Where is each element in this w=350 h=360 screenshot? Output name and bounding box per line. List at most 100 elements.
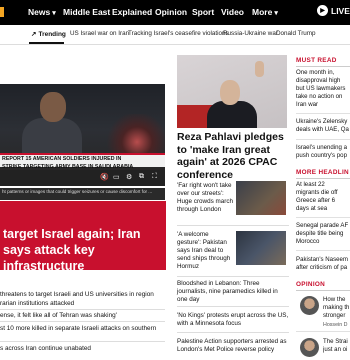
nav-sport[interactable]: Sport xyxy=(192,7,214,17)
mute-icon[interactable]: 🔇 xyxy=(100,173,109,181)
more-headlines-line[interactable]: migrants die off xyxy=(296,189,350,197)
trending-underline xyxy=(29,42,64,44)
opinion-heading: OPINION xyxy=(296,281,326,288)
hero-video[interactable]: REPORT 15 AMERICAN SOLDIERS INJURED IN S… xyxy=(0,84,165,186)
video-person-head xyxy=(40,92,66,122)
more-headlines-line[interactable]: Morocco xyxy=(296,238,350,246)
mid-story-link[interactable]: Palestine Action supporters arrested as … xyxy=(177,338,289,354)
more-headlines-line[interactable]: Pakistan's Naseem xyxy=(296,256,350,264)
opinion-line[interactable]: The Strai xyxy=(323,338,350,346)
section-rule xyxy=(296,290,350,291)
image-person xyxy=(207,101,257,128)
must-read-line[interactable]: but US lawmakers xyxy=(296,85,350,93)
left-list-item[interactable]: ense, it felt like all of Tehran was sha… xyxy=(0,311,165,320)
divider xyxy=(177,276,289,277)
nav-middle-east[interactable]: Middle East xyxy=(63,7,110,17)
trending-label: ↗ Trending xyxy=(31,30,66,38)
section-rule xyxy=(296,66,350,67)
must-read-line[interactable]: One month in, xyxy=(296,69,350,77)
live-label: LIVE xyxy=(331,5,350,16)
trending-arrow-icon: ↗ xyxy=(31,31,37,38)
main-story-image[interactable] xyxy=(177,55,287,128)
chevron-down-icon: ▾ xyxy=(274,10,278,17)
must-read-heading: MUST READ xyxy=(296,57,337,64)
trending-link[interactable]: Russia-Ukraine war xyxy=(223,30,278,37)
opinion-line[interactable]: making th xyxy=(323,304,350,312)
opinion-line[interactable]: stronger xyxy=(323,312,350,320)
divider xyxy=(296,250,350,251)
divider xyxy=(296,217,350,218)
story-thumbnail[interactable] xyxy=(236,181,286,215)
nav-more[interactable]: More ▾ xyxy=(252,7,278,17)
nav-news[interactable]: News ▾ xyxy=(28,7,56,17)
divider xyxy=(296,331,350,332)
divider xyxy=(177,225,289,226)
divider xyxy=(0,309,165,310)
divider xyxy=(0,321,165,322)
left-list-item[interactable]: s across Iran continue unabated xyxy=(0,344,165,353)
must-read-line[interactable]: Ukraine's Zelensky xyxy=(296,118,350,126)
more-headlines-line[interactable]: Senegal parade AF xyxy=(296,222,350,230)
must-read-line[interactable]: Iran war xyxy=(296,101,350,109)
left-list-item[interactable]: rarian institutions attacked xyxy=(0,299,165,308)
pip-icon[interactable]: ⧉ xyxy=(139,173,144,181)
play-icon: ▶ xyxy=(317,5,328,16)
more-headlines-line[interactable]: days at sea xyxy=(296,205,350,213)
captions-icon[interactable]: ▭ xyxy=(113,173,120,181)
divider xyxy=(177,332,289,333)
divider xyxy=(0,341,165,342)
fullscreen-icon[interactable]: ⛶ xyxy=(152,173,157,181)
author-avatar[interactable] xyxy=(300,338,319,357)
live-button[interactable]: ▶ LIVE xyxy=(317,5,350,16)
mid-story-link[interactable]: 'No Kings' protests erupt across the US,… xyxy=(177,312,289,328)
video-background xyxy=(95,114,165,154)
left-list-item[interactable]: st 10 more killed in separate Israeli at… xyxy=(0,324,165,333)
must-read-line[interactable]: push country's pop xyxy=(296,152,350,160)
nav-explained[interactable]: Explained xyxy=(112,7,152,17)
hero-headline[interactable]: target Israel again; Iran says attack ke… xyxy=(0,201,166,273)
opinion-author[interactable]: Hossein D xyxy=(323,322,347,328)
mid-story-link[interactable]: 'Far right won't take over our streets':… xyxy=(177,182,233,214)
more-headlines-line[interactable]: Greece after 6 xyxy=(296,197,350,205)
lower-third-line: REPORT 15 AMERICAN SOLDIERS INJURED IN xyxy=(2,156,122,162)
nav-opinion[interactable]: Opinion xyxy=(155,7,187,17)
more-headlines-heading: MORE HEADLIN xyxy=(296,169,349,176)
more-headlines-line[interactable]: after criticism of pa xyxy=(296,264,350,272)
site-logo[interactable] xyxy=(0,7,4,17)
divider xyxy=(296,139,350,140)
main-story-headline[interactable]: Reza Pahlavi pledges to 'make Iran great… xyxy=(177,131,292,181)
settings-icon[interactable]: ⚙ xyxy=(126,173,132,181)
mid-story-link[interactable]: Bloodshed in Lebanon: Three journalists,… xyxy=(177,280,289,304)
video-lower-third: REPORT 15 AMERICAN SOLDIERS INJURED IN S… xyxy=(0,153,165,170)
top-nav-bar: News ▾ Middle East Explained Opinion Spor… xyxy=(0,0,350,25)
section-rule xyxy=(296,178,350,179)
image-person-head xyxy=(220,80,240,105)
mid-story-link[interactable]: 'A welcome gesture': Pakistan says Iran … xyxy=(177,231,233,271)
opinion-line[interactable]: just an oi xyxy=(323,346,350,354)
video-person xyxy=(22,118,82,154)
video-controls: 🔇 ▭ ⚙ ⧉ ⛶ xyxy=(0,170,165,186)
must-read-line[interactable]: Israel's unending a xyxy=(296,144,350,152)
trending-link[interactable]: Donald Trump xyxy=(276,30,316,37)
video-warning-caption: ht patterns or images that could trigger… xyxy=(0,188,165,200)
image-raised-hand xyxy=(255,61,264,77)
nav-news-label: News xyxy=(28,7,51,17)
must-read-line[interactable]: take no action on xyxy=(296,93,350,101)
author-avatar[interactable] xyxy=(300,296,319,315)
divider xyxy=(177,306,289,307)
nav-video[interactable]: Video xyxy=(221,7,244,17)
more-headlines-line[interactable]: At least 22 xyxy=(296,181,350,189)
nav-more-label: More xyxy=(252,7,273,17)
divider xyxy=(296,113,350,114)
trending-bar: ↗ Trending US Israel war on Iran Tracking… xyxy=(0,25,350,45)
must-read-line[interactable]: deals with UAE, Qa xyxy=(296,126,350,134)
must-read-line[interactable]: disapproval high xyxy=(296,77,350,85)
opinion-line[interactable]: How the xyxy=(323,296,350,304)
trending-link[interactable]: US Israel war on Iran xyxy=(70,30,129,37)
story-thumbnail[interactable] xyxy=(236,231,286,265)
trending-text: Trending xyxy=(38,31,66,38)
more-headlines-line[interactable]: despite title being xyxy=(296,230,350,238)
trending-link[interactable]: Tracking Israel's ceasefire violations xyxy=(128,30,229,37)
chevron-down-icon: ▾ xyxy=(52,10,56,17)
left-list-item[interactable]: threatens to target Israeli and US unive… xyxy=(0,290,165,299)
